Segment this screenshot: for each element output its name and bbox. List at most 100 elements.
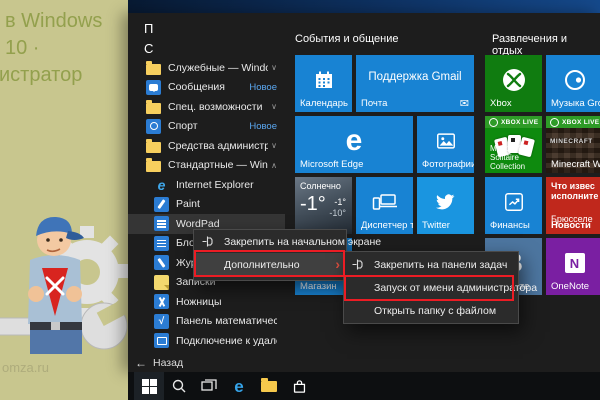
chevron-down-icon: ∨ bbox=[271, 141, 277, 150]
tile-xbox[interactable]: Xbox bbox=[485, 55, 542, 112]
tile-group-title[interactable]: Развлечения и отдых bbox=[492, 33, 600, 57]
finance-chart-icon bbox=[503, 191, 525, 213]
new-badge: Новое bbox=[249, 121, 277, 132]
back-arrow-icon: ← bbox=[135, 356, 147, 370]
sport-icon bbox=[146, 119, 161, 134]
app-list-item-system-windows[interactable]: Служебные — Windows ∨ bbox=[128, 58, 285, 78]
tile-weather[interactable]: Солнечно -1° -1° -10° bbox=[295, 177, 352, 234]
watermark-text: omza.ru bbox=[2, 360, 49, 375]
pin-icon bbox=[351, 258, 364, 271]
app-list-letter[interactable]: П bbox=[128, 19, 285, 39]
tile-news[interactable]: Что извес исполните Брюсселе Новости bbox=[546, 177, 600, 234]
taskbar-search-button[interactable] bbox=[164, 372, 194, 400]
tile-group-title[interactable]: События и общение bbox=[295, 33, 398, 45]
onenote-icon: N bbox=[565, 253, 585, 273]
taskbar-file-explorer-button[interactable] bbox=[254, 372, 284, 400]
app-list-item-internet-explorer[interactable]: e Internet Explorer bbox=[128, 175, 285, 195]
repairman-mascot-illustration bbox=[0, 198, 128, 370]
tile-photos[interactable]: Фотографии bbox=[417, 116, 474, 173]
start-button[interactable] bbox=[134, 372, 164, 400]
xbox-logo-icon bbox=[500, 66, 528, 94]
tile-onenote[interactable]: N OneNote bbox=[546, 238, 600, 295]
mail-live-text: Поддержка Gmail bbox=[356, 71, 474, 83]
taskbar: e bbox=[128, 372, 600, 400]
taskbar-edge-button[interactable]: e bbox=[224, 372, 254, 400]
wallpaper-title-line2: истратор bbox=[0, 62, 128, 89]
devices-icon bbox=[371, 192, 399, 212]
paint-icon bbox=[154, 197, 169, 212]
scissors-icon bbox=[154, 294, 169, 309]
taskbar-store-button[interactable] bbox=[284, 372, 314, 400]
twitter-bird-icon bbox=[433, 191, 459, 213]
chat-icon bbox=[146, 80, 161, 95]
store-bag-icon bbox=[291, 378, 308, 395]
wallpaper-title-line1: в Windows 10 · bbox=[5, 8, 128, 62]
internet-explorer-icon: e bbox=[154, 177, 169, 192]
chevron-up-icon: ∧ bbox=[271, 161, 277, 170]
app-list-item-math-input[interactable]: √ Панель математического ввода bbox=[128, 312, 285, 332]
start-app-list: П С Служебные — Windows ∨ Сообщения Ново… bbox=[128, 19, 285, 351]
folder-icon bbox=[146, 138, 161, 153]
chevron-down-icon: ∨ bbox=[271, 63, 277, 72]
context-submenu: Закрепить на панели задач Запуск от имен… bbox=[343, 251, 519, 324]
tile-solitaire[interactable]: XBOX LIVE Microsoft Solitaire Collection bbox=[485, 116, 542, 173]
minecraft-logo: MINECRAFT bbox=[550, 138, 593, 145]
tile-finance[interactable]: Финансы bbox=[485, 177, 542, 234]
xbox-live-badge: XBOX LIVE bbox=[546, 116, 600, 128]
wordpad-icon bbox=[154, 216, 169, 231]
menu-item-pin-to-start[interactable]: Закрепить на начальном экране bbox=[194, 230, 346, 253]
tile-mail[interactable]: Поддержка Gmail Почта ✉ bbox=[356, 55, 474, 112]
app-list-item-messages[interactable]: Сообщения Новое bbox=[128, 78, 285, 98]
app-list-item-snipping-tool[interactable]: Ножницы bbox=[128, 292, 285, 312]
xbox-live-icon bbox=[489, 118, 498, 127]
tile-microsoft-edge[interactable]: e Microsoft Edge bbox=[295, 116, 413, 173]
app-list-item-sport[interactable]: Спорт Новое bbox=[128, 117, 285, 137]
desktop-background-strip bbox=[128, 0, 600, 13]
screen: в Windows 10 · истратор bbox=[0, 0, 600, 400]
photos-icon bbox=[435, 130, 457, 152]
edge-logo-icon: e bbox=[346, 124, 363, 158]
tile-groove-music[interactable]: Музыка Gro bbox=[546, 55, 600, 112]
file-explorer-icon bbox=[261, 381, 277, 392]
submenu-arrow-icon: › bbox=[335, 256, 340, 272]
tile-phone-companion[interactable]: Диспетчер те... bbox=[356, 177, 413, 234]
menu-item-run-as-administrator[interactable]: Запуск от имени администратора bbox=[344, 276, 518, 299]
desktop-wallpaper: в Windows 10 · истратор bbox=[0, 0, 128, 400]
edge-icon: e bbox=[234, 378, 243, 395]
app-list-letter[interactable]: С bbox=[128, 39, 285, 59]
calendar-icon bbox=[312, 68, 336, 92]
context-menu: Закрепить на начальном экране Дополнител… bbox=[193, 229, 347, 281]
new-badge: Новое bbox=[249, 82, 277, 93]
wallpaper-title: в Windows 10 · истратор bbox=[5, 8, 128, 89]
app-list-item-admin-tools[interactable]: Средства администрирован... ∨ bbox=[128, 136, 285, 156]
back-button[interactable]: ← Назад bbox=[135, 356, 183, 370]
task-view-icon bbox=[201, 379, 217, 393]
app-list-item-accessibility[interactable]: Спец. возможности ∨ bbox=[128, 97, 285, 117]
app-list-item-remote-desktop[interactable]: Подключение к удаленному р... bbox=[128, 331, 285, 351]
pin-icon bbox=[201, 235, 214, 248]
tile-calendar[interactable]: Календарь bbox=[295, 55, 352, 112]
menu-item-pin-to-taskbar[interactable]: Закрепить на панели задач bbox=[344, 253, 518, 276]
sticky-note-icon bbox=[154, 275, 169, 290]
groove-music-icon bbox=[562, 67, 588, 93]
app-list-item-accessories-windows[interactable]: Стандартные — Windows ∧ bbox=[128, 156, 285, 176]
search-icon bbox=[171, 378, 187, 394]
envelope-icon: ✉ bbox=[460, 97, 469, 110]
folder-icon bbox=[146, 60, 161, 75]
folder-icon bbox=[146, 158, 161, 173]
math-input-icon: √ bbox=[154, 314, 169, 329]
xbox-live-badge: XBOX LIVE bbox=[485, 116, 542, 128]
windows-logo-icon bbox=[142, 379, 157, 394]
journal-icon bbox=[154, 255, 169, 270]
menu-item-more[interactable]: Дополнительно › bbox=[194, 253, 346, 276]
folder-icon bbox=[146, 99, 161, 114]
chevron-down-icon: ∨ bbox=[271, 102, 277, 111]
tile-minecraft[interactable]: XBOX LIVE MINECRAFT Minecraft W bbox=[546, 116, 600, 173]
app-list-item-paint[interactable]: Paint bbox=[128, 195, 285, 215]
remote-desktop-icon bbox=[154, 333, 169, 348]
notepad-icon bbox=[154, 236, 169, 251]
tile-twitter[interactable]: Twitter bbox=[417, 177, 474, 234]
task-view-button[interactable] bbox=[194, 372, 224, 400]
repairman-figure bbox=[28, 217, 84, 354]
menu-item-open-file-location[interactable]: Открыть папку с файлом bbox=[344, 299, 518, 322]
